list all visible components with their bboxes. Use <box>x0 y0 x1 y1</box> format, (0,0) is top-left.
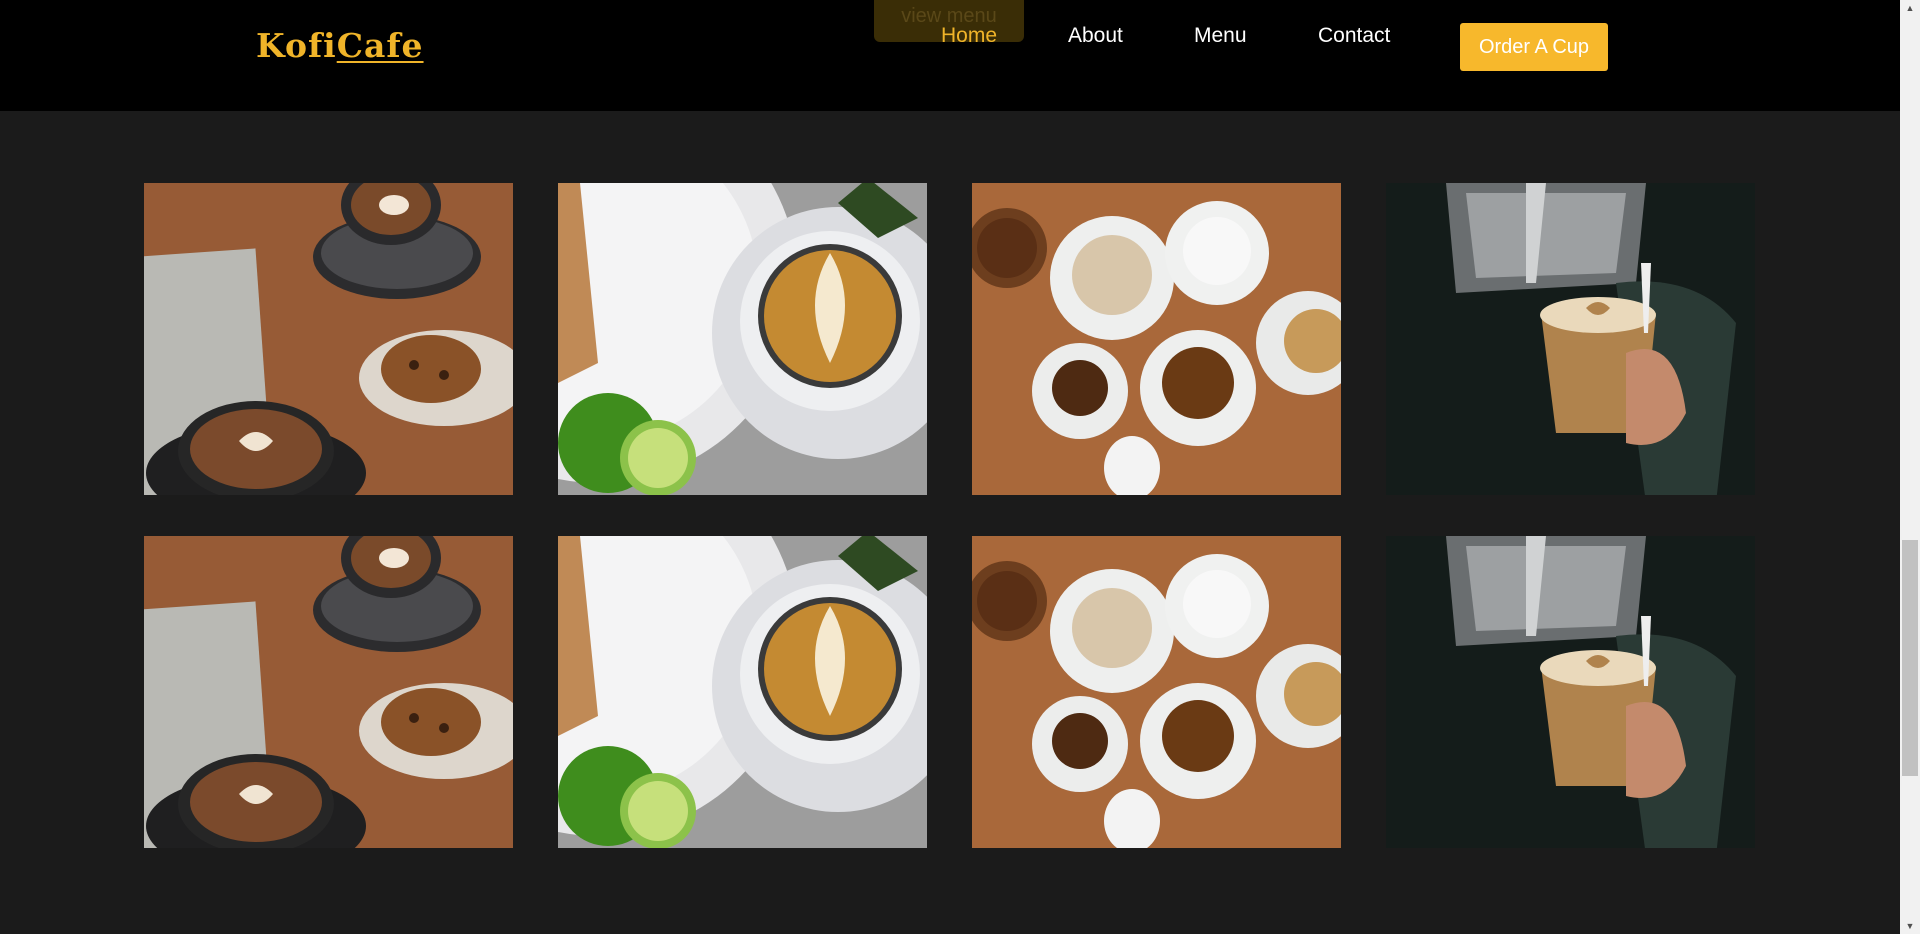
nav-link-menu[interactable]: Menu <box>1194 24 1247 48</box>
latte-cookie-photo <box>144 183 513 495</box>
gallery-image-4[interactable] <box>1386 183 1755 495</box>
gallery-image-6[interactable] <box>558 536 927 848</box>
gallery-image-3[interactable] <box>972 183 1341 495</box>
nav-link-contact[interactable]: Contact <box>1318 24 1390 48</box>
scrollbar-thumb[interactable] <box>1902 540 1918 776</box>
latte-cookie-photo <box>144 536 513 848</box>
nav-link-home[interactable]: Home <box>941 24 997 48</box>
page-scrollbar[interactable]: ▲ ▼ <box>1900 0 1920 934</box>
gallery-image-7[interactable] <box>972 536 1341 848</box>
site-header: view menu KofiCafe Home About Menu Conta… <box>0 0 1900 111</box>
gallery-image-1[interactable] <box>144 183 513 495</box>
nav-link-about[interactable]: About <box>1068 24 1123 48</box>
barista-pour-photo <box>1386 536 1755 848</box>
coffee-cups-flatlay-photo <box>972 183 1341 495</box>
gallery-image-8[interactable] <box>1386 536 1755 848</box>
latte-art-lime-photo <box>558 183 927 495</box>
site-logo[interactable]: KofiCafe <box>256 26 424 65</box>
latte-art-lime-photo <box>558 536 927 848</box>
barista-pour-photo <box>1386 183 1755 495</box>
logo-text-kofi: Kofi <box>256 26 337 65</box>
gallery-image-5[interactable] <box>144 536 513 848</box>
scroll-down-icon[interactable]: ▼ <box>1900 918 1920 934</box>
scroll-up-icon[interactable]: ▲ <box>1900 0 1920 16</box>
order-a-cup-button[interactable]: Order A Cup <box>1460 23 1608 71</box>
coffee-cups-flatlay-photo <box>972 536 1341 848</box>
gallery-image-2[interactable] <box>558 183 927 495</box>
logo-text-cafe: Cafe <box>336 26 424 65</box>
